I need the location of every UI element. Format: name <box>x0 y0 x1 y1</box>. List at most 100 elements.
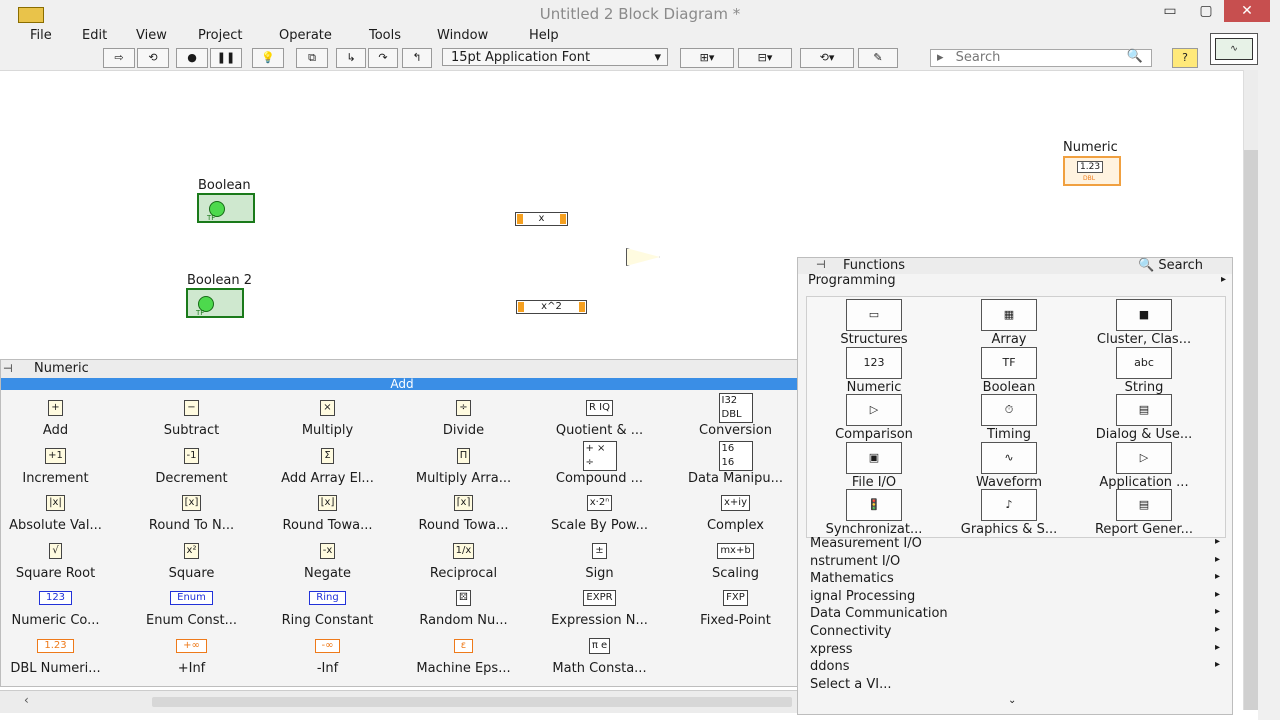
category-item[interactable]: ddons ▸ <box>810 659 1220 676</box>
numeric-item[interactable]: |x| Absolute Val... <box>0 493 123 541</box>
category-item[interactable]: Select a VI... <box>810 677 1220 694</box>
numeric-item[interactable]: x+iy Complex <box>668 493 803 541</box>
category-item[interactable]: xpress ▸ <box>810 642 1220 659</box>
step-into-icon[interactable]: ↳ <box>336 48 366 68</box>
numeric-item[interactable]: Enum Enum Const... <box>124 588 259 636</box>
numeric-item[interactable]: Ring Ring Constant <box>260 588 395 636</box>
numeric-item[interactable]: FXP Fixed-Point <box>668 588 803 636</box>
numeric-item[interactable]: -∞ -Inf <box>260 636 395 684</box>
align-objects-icon[interactable]: ⊞▾ <box>680 48 734 68</box>
pin-icon[interactable]: ⊣ <box>816 258 826 271</box>
numeric-indicator[interactable]: 1.23 DBL <box>1063 156 1121 186</box>
functions-item[interactable]: ■ Cluster, Clas... <box>1077 299 1211 347</box>
numeric-item[interactable]: π e Math Consta... <box>532 636 667 684</box>
menu-view[interactable]: View <box>136 28 167 43</box>
numeric-item[interactable]: -1 Decrement <box>124 446 259 494</box>
menu-operate[interactable]: Operate <box>279 28 332 43</box>
functions-item[interactable]: abc String <box>1077 346 1211 395</box>
numeric-item[interactable]: 1.23 DBL Numeri... <box>0 636 123 684</box>
numeric-item[interactable]: ⚄ Random Nu... <box>396 588 531 636</box>
cleanup-diagram-icon[interactable]: ✎ <box>858 48 898 68</box>
functions-item[interactable]: ▦ Array <box>942 299 1076 347</box>
minimize-button[interactable]: ▭ <box>1152 0 1188 22</box>
numeric-item[interactable]: x² Square <box>124 541 259 589</box>
run-continuously-icon[interactable]: ⟲ <box>137 48 169 68</box>
horizontal-scrollbar[interactable]: ‹ <box>0 690 810 713</box>
functions-item[interactable]: 🚦 Synchronizat... <box>807 489 941 537</box>
pin-icon[interactable]: ⊣ <box>3 362 13 375</box>
context-help-icon[interactable]: ? <box>1172 48 1198 68</box>
programming-section[interactable]: Programming <box>808 273 896 288</box>
category-item[interactable]: Data Communication ▸ <box>810 606 1220 623</box>
vi-icon[interactable]: ∿ <box>1210 33 1258 65</box>
numeric-item[interactable]: R IQ Quotient & ... <box>532 398 667 446</box>
font-select[interactable]: 15pt Application Font ▾ <box>442 48 668 66</box>
menu-help[interactable]: Help <box>529 28 559 43</box>
category-item[interactable]: ignal Processing ▸ <box>810 589 1220 606</box>
vertical-scrollbar[interactable] <box>1243 70 1258 710</box>
functions-item[interactable]: ♪ Graphics & S... <box>942 489 1076 537</box>
numeric-item[interactable]: √ Square Root <box>0 541 123 589</box>
category-item[interactable]: nstrument I/O ▸ <box>810 554 1220 571</box>
maximize-button[interactable]: ▢ <box>1188 0 1224 22</box>
scroll-thumb[interactable] <box>1244 150 1258 710</box>
menu-window[interactable]: Window <box>437 28 488 43</box>
functions-item[interactable]: ▤ Report Gener... <box>1077 489 1211 537</box>
functions-item[interactable]: 123 Numeric <box>807 346 941 395</box>
abort-icon[interactable]: ● <box>176 48 208 68</box>
numeric-item[interactable]: -x Negate <box>260 541 395 589</box>
functions-item[interactable]: ∿ Waveform <box>942 441 1076 490</box>
numeric-item[interactable]: +1 Increment <box>0 446 123 494</box>
pause-icon[interactable]: ❚❚ <box>210 48 242 68</box>
boolean2-terminal[interactable]: TF <box>186 288 244 318</box>
functions-item[interactable]: ▤ Dialog & Use... <box>1077 394 1211 442</box>
numeric-item[interactable]: [x] Round To N... <box>124 493 259 541</box>
search-input[interactable]: ▸ Search 🔍 <box>930 49 1152 67</box>
numeric-item[interactable]: ε Machine Eps... <box>396 636 531 684</box>
functions-item[interactable]: ⏱ Timing <box>942 394 1076 442</box>
numeric-item[interactable]: × Multiply <box>260 398 395 446</box>
reorder-icon[interactable]: ⟲▾ <box>800 48 854 68</box>
run-arrow-icon[interactable]: ⇨ <box>103 48 135 68</box>
numeric-item[interactable]: EXPR Expression N... <box>532 588 667 636</box>
close-button[interactable]: ✕ <box>1224 0 1270 22</box>
functions-item[interactable]: ▷ Comparison <box>807 394 941 442</box>
menu-project[interactable]: Project <box>198 28 242 43</box>
functions-item[interactable]: TF Boolean <box>942 346 1076 395</box>
numeric-item[interactable]: Σ Add Array El... <box>260 446 395 494</box>
category-item[interactable]: Connectivity ▸ <box>810 624 1220 641</box>
search-icon[interactable]: 🔍 <box>1127 49 1143 65</box>
numeric-item[interactable]: 1/x Reciprocal <box>396 541 531 589</box>
boolean1-terminal[interactable]: TF <box>197 193 255 223</box>
scroll-thumb[interactable] <box>152 697 792 707</box>
multiply-function[interactable]: x <box>515 212 568 226</box>
numeric-item[interactable]: ⌊x⌋ Round Towa... <box>260 493 395 541</box>
numeric-item[interactable]: ⌈x⌉ Round Towa... <box>396 493 531 541</box>
numeric-item[interactable]: mx+b Scaling <box>668 541 803 589</box>
category-item[interactable]: Measurement I/O ▸ <box>810 536 1220 553</box>
menu-tools[interactable]: Tools <box>369 28 401 43</box>
functions-item[interactable]: ▣ File I/O <box>807 441 941 490</box>
numeric-item[interactable]: 123 Numeric Co... <box>0 588 123 636</box>
scroll-left-icon[interactable]: ‹ <box>24 693 29 707</box>
numeric-item[interactable]: ÷ Divide <box>396 398 531 446</box>
expand-more-icon[interactable]: ⌄ <box>1008 695 1016 706</box>
numeric-item[interactable]: Π Multiply Arra... <box>396 446 531 494</box>
numeric-item[interactable]: ± Sign <box>532 541 667 589</box>
category-item[interactable]: Mathematics ▸ <box>810 571 1220 588</box>
numeric-item[interactable]: x·2ⁿ Scale By Pow... <box>532 493 667 541</box>
step-out-icon[interactable]: ↰ <box>402 48 432 68</box>
add-function-icon[interactable] <box>626 248 660 266</box>
numeric-item[interactable]: + Add <box>0 398 123 446</box>
numeric-item[interactable]: +∞ +Inf <box>124 636 259 684</box>
functions-item[interactable]: ▭ Structures <box>807 299 941 347</box>
numeric-item[interactable]: 16 16 Data Manipu... <box>668 440 803 494</box>
menu-file[interactable]: File <box>30 28 52 43</box>
numeric-item[interactable]: + × ÷ Compound ... <box>532 440 667 494</box>
step-over-icon[interactable]: ↷ <box>368 48 398 68</box>
highlight-execution-icon[interactable]: 💡 <box>252 48 284 68</box>
retain-wire-values-icon[interactable]: ⧉ <box>296 48 328 68</box>
numeric-item[interactable]: I32 DBL Conversion <box>668 393 803 446</box>
numeric-item[interactable]: − Subtract <box>124 398 259 446</box>
distribute-objects-icon[interactable]: ⊟▾ <box>738 48 792 68</box>
